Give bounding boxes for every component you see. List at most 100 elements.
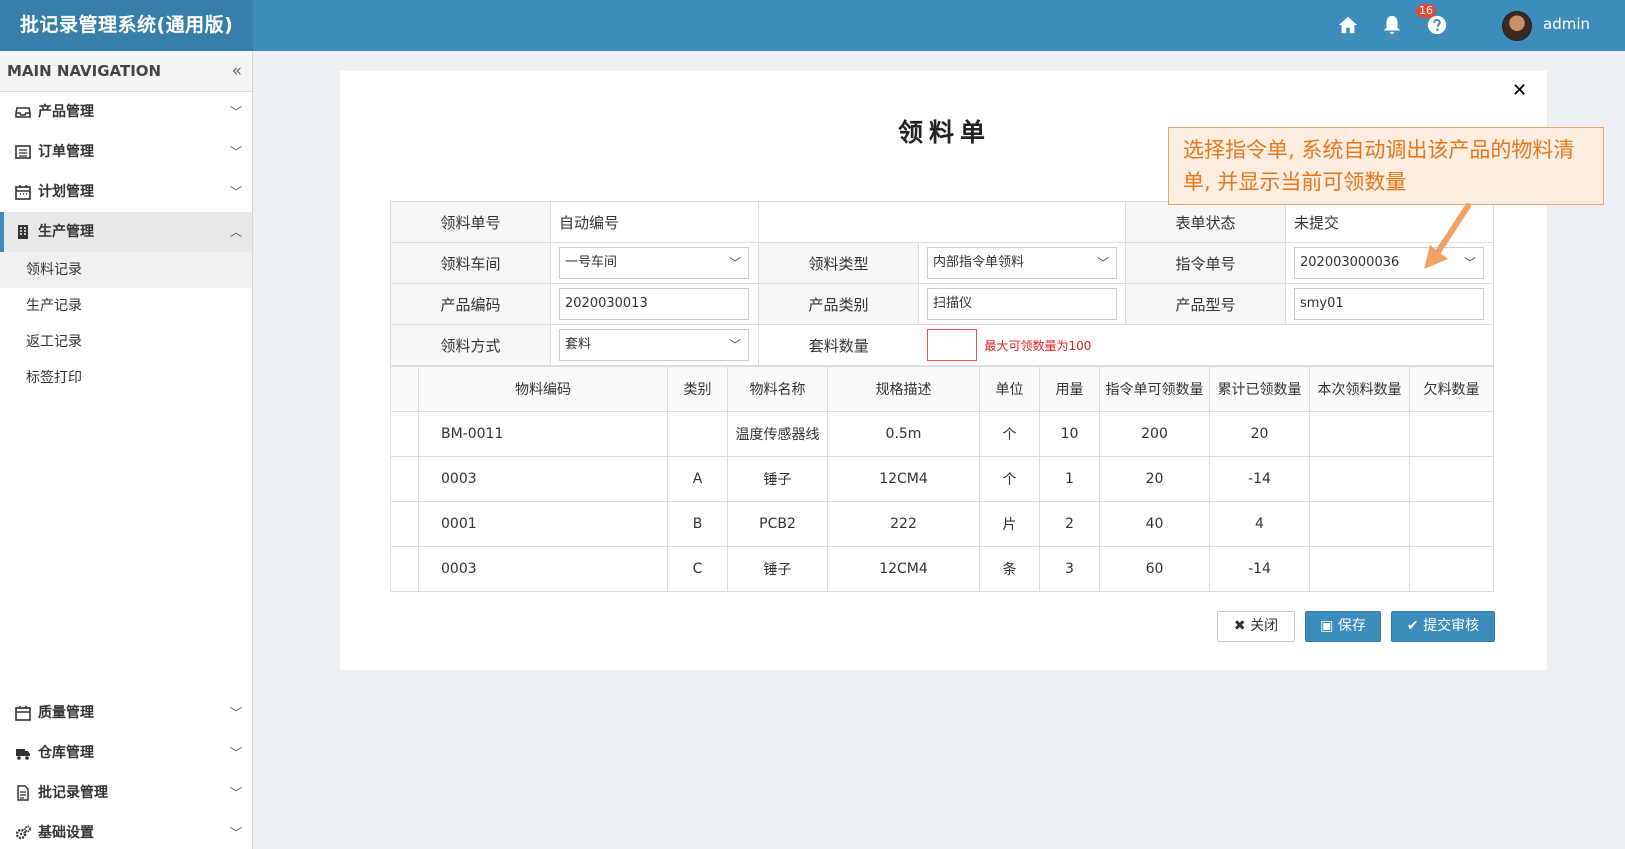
sidebar-item-plan[interactable]: 计划管理 ﹀ xyxy=(0,172,252,212)
cell-this-qty[interactable] xyxy=(1309,411,1410,457)
workshop-select[interactable]: 一号车间 ﹀ xyxy=(559,247,749,279)
row-selector[interactable] xyxy=(390,456,419,502)
cell-unit: 个 xyxy=(979,456,1040,502)
sidebar-subitem-production-record[interactable]: 生产记录 xyxy=(0,288,252,324)
document-icon xyxy=(17,785,29,801)
cell-this-qty[interactable] xyxy=(1309,501,1410,547)
column-header: 用量 xyxy=(1039,366,1100,412)
sidebar-subitem-label-print[interactable]: 标签打印 xyxy=(0,360,252,396)
check-circle-icon: ✔ xyxy=(1406,618,1419,634)
app-title[interactable]: 批记录管理系统(通用版) xyxy=(0,0,253,51)
status-label: 表单状态 xyxy=(1125,201,1286,243)
instruction-no-label: 指令单号 xyxy=(1125,242,1286,284)
table-row[interactable]: BM-0011 温度传感器线 0.5m 个 10 200 20 xyxy=(390,411,1494,457)
help-icon[interactable] xyxy=(1426,14,1448,36)
nav-header: MAIN NAVIGATION « xyxy=(0,51,252,92)
product-code-label: 产品编码 xyxy=(390,283,551,325)
username[interactable]: admin xyxy=(1543,15,1590,33)
cell-material-code: 0003 xyxy=(418,546,668,592)
chevron-down-icon: ﹀ xyxy=(229,105,242,119)
collapse-sidebar-icon[interactable]: « xyxy=(232,51,242,92)
table-row[interactable]: 0003 A 锤子 12CM4 个 1 20 -14 xyxy=(390,456,1494,502)
table-row[interactable]: 0003 C 锤子 12CM4 条 3 60 -14 xyxy=(390,546,1494,592)
cell-usage: 3 xyxy=(1039,546,1100,592)
cell-usage: 10 xyxy=(1039,411,1100,457)
method-select[interactable]: 套料 ﹀ xyxy=(559,329,749,361)
column-header: 指令单可领数量 xyxy=(1099,366,1210,412)
save-icon: ▣ xyxy=(1320,618,1334,634)
kit-qty-label: 套料数量 xyxy=(758,324,919,366)
sidebar-subitem-material-record[interactable]: 领料记录 xyxy=(0,252,252,288)
sidebar-item-order[interactable]: 订单管理 ﹀ xyxy=(0,132,252,172)
bell-icon[interactable] xyxy=(1381,14,1403,36)
chevron-down-icon: ﹀ xyxy=(229,746,242,760)
sidebar-item-label: 质量管理 xyxy=(38,705,94,721)
chevron-down-icon: ﹀ xyxy=(229,706,242,720)
cell-unit: 条 xyxy=(979,546,1040,592)
cell-received-qty: -14 xyxy=(1209,456,1310,502)
column-header: 物料编码 xyxy=(418,366,668,412)
table-row[interactable]: 0001 B PCB2 222 片 2 40 4 xyxy=(390,501,1494,547)
chevron-down-icon: ﹀ xyxy=(1096,256,1109,270)
sidebar-item-product[interactable]: 产品管理 ﹀ xyxy=(0,92,252,132)
row-selector-header xyxy=(390,366,419,412)
cell-unit: 个 xyxy=(979,411,1040,457)
row-selector[interactable] xyxy=(390,501,419,547)
row-selector[interactable] xyxy=(390,546,419,592)
column-header: 欠料数量 xyxy=(1409,366,1494,412)
home-icon[interactable] xyxy=(1337,14,1359,36)
cell-shortage-qty xyxy=(1409,456,1494,502)
row-selector[interactable] xyxy=(390,411,419,457)
sidebar-bottom-menu: 质量管理 ﹀ 仓库管理 ﹀ 批记录管理 ﹀ 基础设置 ﹀ xyxy=(0,693,252,849)
sidebar-subitem-rework-record[interactable]: 返工记录 xyxy=(0,324,252,360)
type-select[interactable]: 内部指令单领料 ﹀ xyxy=(927,247,1117,279)
type-label: 领料类型 xyxy=(758,242,919,284)
sidebar-item-warehouse[interactable]: 仓库管理 ﹀ xyxy=(0,733,252,773)
cell-category: B xyxy=(667,501,728,547)
avatar[interactable] xyxy=(1502,11,1532,41)
table-header-row: 物料编码 类别 物料名称 规格描述 单位 用量 指令单可领数量 累计已领数量 本… xyxy=(390,366,1494,412)
order-no-label: 领料单号 xyxy=(390,201,551,243)
column-header: 单位 xyxy=(979,366,1040,412)
cell-spec: 222 xyxy=(827,501,980,547)
close-button-label: 关闭 xyxy=(1250,618,1279,634)
submit-review-button[interactable]: ✔ 提交审核 xyxy=(1391,611,1495,642)
cell-material-code: BM-0011 xyxy=(418,411,668,457)
cell-this-qty[interactable] xyxy=(1309,546,1410,592)
chevron-down-icon: ﹀ xyxy=(229,145,242,159)
chevron-down-icon: ﹀ xyxy=(728,338,741,352)
save-button[interactable]: ▣ 保存 xyxy=(1305,611,1381,642)
cell-spec: 12CM4 xyxy=(827,546,980,592)
max-qty-hint: 最大可领数量为100 xyxy=(984,338,1092,353)
product-code-field[interactable]: 2020030013 xyxy=(559,288,749,320)
sidebar-item-production[interactable]: 生产管理 ︿ xyxy=(0,212,252,252)
cell-material-name: 温度传感器线 xyxy=(727,411,828,457)
calendar-icon xyxy=(15,706,31,721)
close-button[interactable]: ✖ 关闭 xyxy=(1217,611,1295,642)
product-category-field[interactable]: 扫描仪 xyxy=(927,288,1117,320)
sidebar-item-settings[interactable]: 基础设置 ﹀ xyxy=(0,813,252,849)
product-model-label: 产品型号 xyxy=(1125,283,1286,325)
cell-category: C xyxy=(667,546,728,592)
product-model-field[interactable]: smy01 xyxy=(1294,288,1484,320)
kit-qty-input[interactable] xyxy=(926,329,977,361)
cell-available-qty: 60 xyxy=(1099,546,1210,592)
cell-this-qty[interactable] xyxy=(1309,456,1410,502)
cell-category: A xyxy=(667,456,728,502)
save-button-label: 保存 xyxy=(1337,618,1366,634)
close-icon[interactable]: ✕ xyxy=(1512,80,1527,101)
sidebar-item-label: 产品管理 xyxy=(38,104,94,120)
cell-shortage-qty xyxy=(1409,411,1494,457)
sidebar-item-batch-record[interactable]: 批记录管理 ﹀ xyxy=(0,773,252,813)
column-header: 规格描述 xyxy=(827,366,980,412)
cell-material-code: 0001 xyxy=(418,501,668,547)
cell-received-qty: 20 xyxy=(1209,411,1310,457)
sidebar: MAIN NAVIGATION « 产品管理 ﹀ 订单管理 ﹀ 计划管理 ﹀ 生… xyxy=(0,51,253,849)
page-title: 领料单 xyxy=(898,118,992,147)
close-icon: ✖ xyxy=(1233,618,1246,634)
column-header: 本次领料数量 xyxy=(1309,366,1410,412)
cell-spec: 12CM4 xyxy=(827,456,980,502)
sidebar-item-quality[interactable]: 质量管理 ﹀ xyxy=(0,693,252,733)
chevron-down-icon: ﹀ xyxy=(229,786,242,800)
sidebar-item-label: 基础设置 xyxy=(38,825,94,841)
